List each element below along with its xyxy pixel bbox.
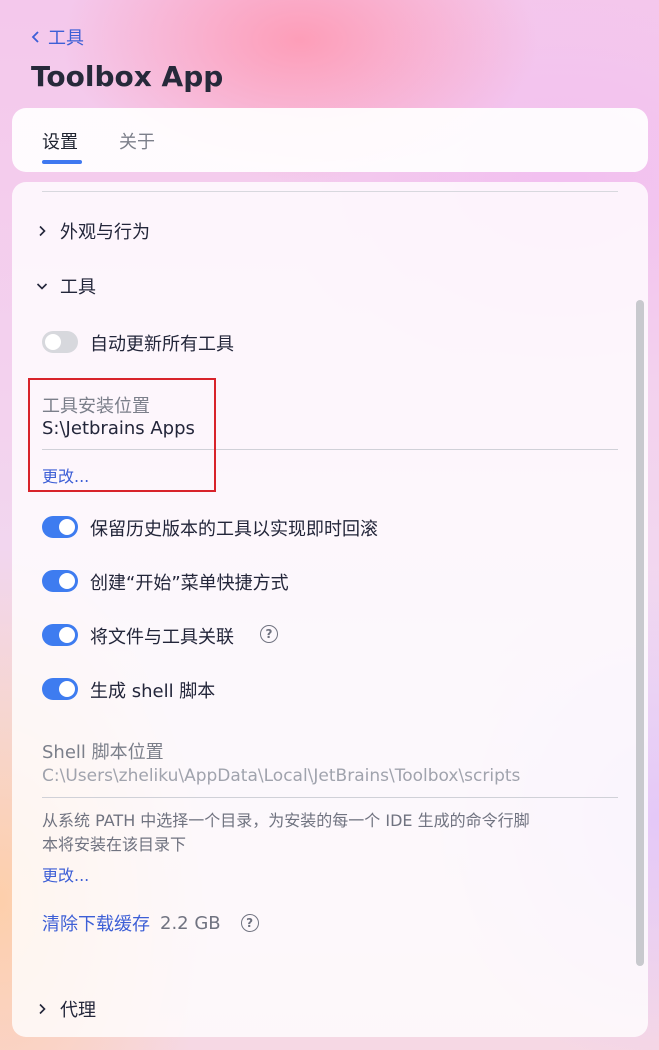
shell-scripts-label: 生成 shell 脚本 [90, 681, 216, 702]
tab-settings[interactable]: 设置 [42, 128, 78, 154]
start-menu-label: 创建“开始”菜单快捷方式 [90, 573, 289, 594]
auto-update-toggle[interactable] [42, 331, 78, 353]
change-install-location-link[interactable]: 更改... [42, 463, 89, 487]
install-location-value: S:\Jetbrains Apps [42, 418, 195, 439]
keep-rollback-label: 保留历史版本的工具以实现即时回滚 [90, 519, 378, 540]
chevron-right-icon [39, 225, 46, 237]
auto-update-label: 自动更新所有工具 [90, 334, 234, 355]
back-link-label: 工具 [48, 28, 84, 49]
tab-bar: 设置 关于 [12, 108, 648, 172]
toggle-knob [45, 334, 61, 350]
page-title: Toolbox App [31, 60, 224, 93]
section-appearance[interactable]: 外观与行为 [36, 218, 150, 244]
tab-about[interactable]: 关于 [119, 128, 155, 154]
section-proxy[interactable]: 代理 [36, 996, 96, 1022]
scrollbar[interactable] [636, 300, 644, 966]
shell-location-value: C:\Users\zheliku\AppData\Local\JetBrains… [42, 766, 521, 786]
question-circle-icon[interactable]: ? [260, 625, 278, 643]
settings-panel: 外观与行为 工具 自动更新所有工具 工具安装位置 S:\Jetbrains Ap… [12, 182, 648, 1037]
section-tools[interactable]: 工具 [36, 273, 96, 299]
associate-files-label: 将文件与工具关联 [90, 627, 234, 648]
shell-location-label: Shell 脚本位置 [42, 742, 164, 763]
cache-size: 2.2 GB [160, 912, 221, 934]
shell-scripts-toggle[interactable] [42, 678, 78, 700]
section-tools-label: 工具 [60, 277, 96, 298]
chevron-left-icon [31, 31, 39, 43]
section-appearance-label: 外观与行为 [60, 222, 150, 243]
toggle-knob [59, 573, 75, 589]
toggle-knob [59, 681, 75, 697]
clear-cache-link[interactable]: 清除下载缓存 [42, 910, 150, 936]
install-location-underline [42, 449, 618, 450]
chevron-right-icon [39, 1003, 46, 1015]
install-location-label: 工具安装位置 [42, 396, 150, 417]
back-link[interactable]: 工具 [30, 24, 84, 50]
divider [42, 191, 618, 192]
keep-rollback-toggle[interactable] [42, 516, 78, 538]
chevron-down-icon [36, 283, 48, 290]
associate-files-toggle[interactable] [42, 624, 78, 646]
toggle-knob [59, 519, 75, 535]
clear-cache-row: 清除下载缓存 2.2 GB ? [42, 910, 259, 936]
shell-location-description: 从系统 PATH 中选择一个目录，为安装的每一个 IDE 生成的命令行脚本将安装… [42, 811, 530, 854]
active-tab-indicator [42, 160, 82, 164]
toggle-knob [59, 627, 75, 643]
start-menu-toggle[interactable] [42, 570, 78, 592]
change-shell-location-link[interactable]: 更改... [42, 862, 89, 886]
shell-location-underline [42, 797, 618, 798]
section-proxy-label: 代理 [60, 1000, 96, 1021]
question-circle-icon[interactable]: ? [240, 914, 259, 932]
